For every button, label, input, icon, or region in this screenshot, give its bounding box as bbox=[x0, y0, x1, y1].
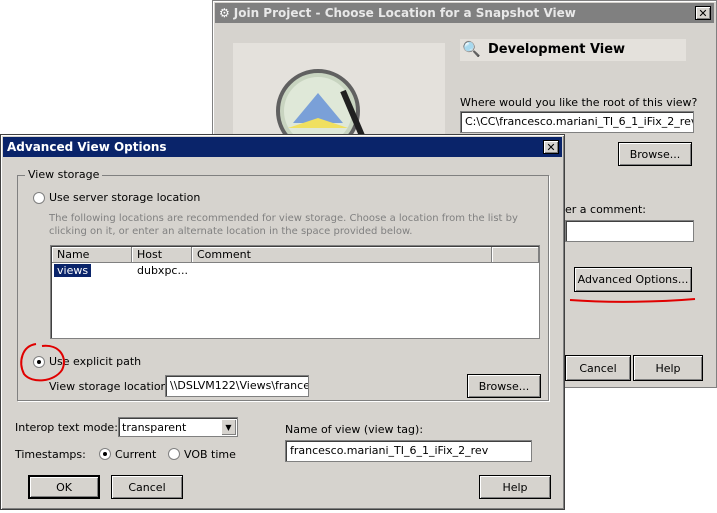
wizard-illustration bbox=[233, 43, 445, 153]
interop-select-value: transparent bbox=[122, 421, 187, 434]
interop-select[interactable]: transparent ▼ bbox=[118, 417, 238, 437]
app-icon: ⚙ bbox=[219, 6, 230, 20]
chevron-down-icon: ▼ bbox=[225, 422, 232, 432]
magnifier-icon bbox=[276, 69, 366, 153]
column-header-name[interactable]: Name bbox=[52, 247, 132, 263]
back-cancel-button[interactable]: Cancel bbox=[565, 355, 631, 381]
root-path-field[interactable]: C:\CC\francesco.mariani_TI_6_1_iFix_2_re… bbox=[460, 111, 694, 133]
timestamps-current-label[interactable]: Current bbox=[115, 448, 156, 461]
join-project-close-button[interactable]: ✕ bbox=[695, 6, 711, 20]
advanced-view-title: Advanced View Options bbox=[7, 140, 167, 154]
annotation-underline bbox=[569, 298, 696, 303]
storage-locations-list[interactable]: Name Host Comment views dubxpc... bbox=[50, 245, 540, 339]
advanced-view-options-dialog: Advanced View Options ✕ View storage Use… bbox=[0, 134, 565, 510]
advanced-options-button[interactable]: Advanced Options... bbox=[574, 267, 692, 292]
back-help-button[interactable]: Help bbox=[633, 355, 703, 381]
interop-label: Interop text mode: bbox=[15, 421, 118, 434]
close-icon: ✕ bbox=[698, 6, 708, 20]
view-name-field[interactable]: francesco.mariani_TI_6_1_iFix_2_rev bbox=[285, 440, 532, 462]
join-project-titlebar: ⚙ Join Project - Choose Location for a S… bbox=[215, 3, 714, 23]
timestamps-vob-label[interactable]: VOB time bbox=[184, 448, 236, 461]
server-storage-radio[interactable] bbox=[33, 192, 45, 204]
advanced-view-titlebar: Advanced View Options ✕ bbox=[3, 137, 562, 157]
front-cancel-button[interactable]: Cancel bbox=[111, 475, 183, 499]
comment-field[interactable] bbox=[565, 220, 694, 242]
storage-location-field[interactable]: \\DSLVM122\Views\francesco bbox=[165, 375, 309, 397]
timestamps-vob-radio[interactable] bbox=[168, 448, 180, 460]
table-row[interactable]: views dubxpc... bbox=[52, 264, 538, 278]
server-storage-hint: The following locations are recommended … bbox=[49, 213, 518, 237]
view-storage-group-label: View storage bbox=[25, 168, 103, 181]
root-prompt: Where would you like the root of this vi… bbox=[460, 96, 698, 109]
row-host: dubxpc... bbox=[137, 264, 188, 277]
timestamps-label: Timestamps: bbox=[15, 448, 86, 461]
back-browse-button[interactable]: Browse... bbox=[618, 142, 692, 166]
advanced-view-close-button[interactable]: ✕ bbox=[543, 140, 559, 154]
annotation-circle bbox=[20, 343, 65, 382]
development-view-header: 🔍 Development View bbox=[460, 39, 686, 61]
server-storage-label[interactable]: Use server storage location bbox=[49, 191, 200, 204]
column-header-filler bbox=[492, 247, 539, 263]
close-icon: ✕ bbox=[546, 140, 556, 154]
comment-prompt: er a comment: bbox=[565, 203, 646, 216]
list-header: Name Host Comment bbox=[52, 247, 538, 263]
row-name: views bbox=[54, 264, 92, 277]
search-icon: 🔍 bbox=[462, 40, 481, 58]
timestamps-current-radio[interactable] bbox=[99, 448, 111, 460]
ok-button[interactable]: OK bbox=[28, 475, 100, 499]
interop-dropdown-button[interactable]: ▼ bbox=[221, 419, 236, 435]
front-help-button[interactable]: Help bbox=[479, 475, 551, 499]
join-project-title: Join Project - Choose Location for a Sna… bbox=[233, 6, 576, 20]
column-header-comment[interactable]: Comment bbox=[192, 247, 492, 263]
view-name-label: Name of view (view tag): bbox=[285, 423, 424, 436]
front-browse-button[interactable]: Browse... bbox=[467, 374, 541, 398]
development-view-title: Development View bbox=[488, 42, 626, 57]
column-header-host[interactable]: Host bbox=[132, 247, 192, 263]
